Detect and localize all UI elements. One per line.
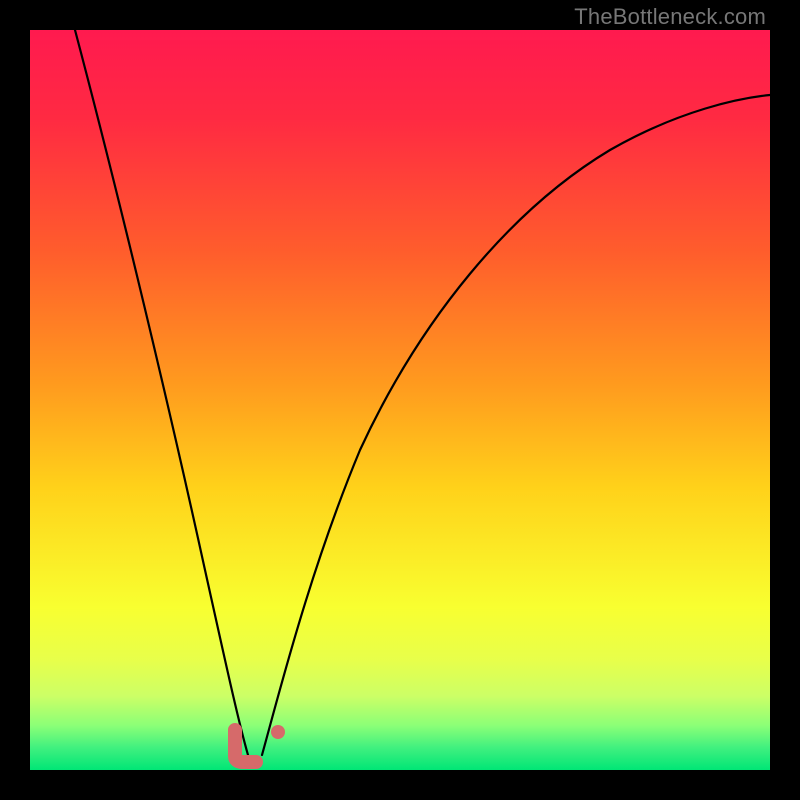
plot-area (30, 30, 770, 770)
curve-left (75, 30, 248, 755)
attribution-label: TheBottleneck.com (574, 4, 766, 30)
curve-right (262, 95, 770, 755)
minimum-marker-dot (271, 725, 285, 739)
chart-frame: { "attribution": "TheBottleneck.com", "c… (0, 0, 800, 800)
bottleneck-curve (30, 30, 770, 770)
